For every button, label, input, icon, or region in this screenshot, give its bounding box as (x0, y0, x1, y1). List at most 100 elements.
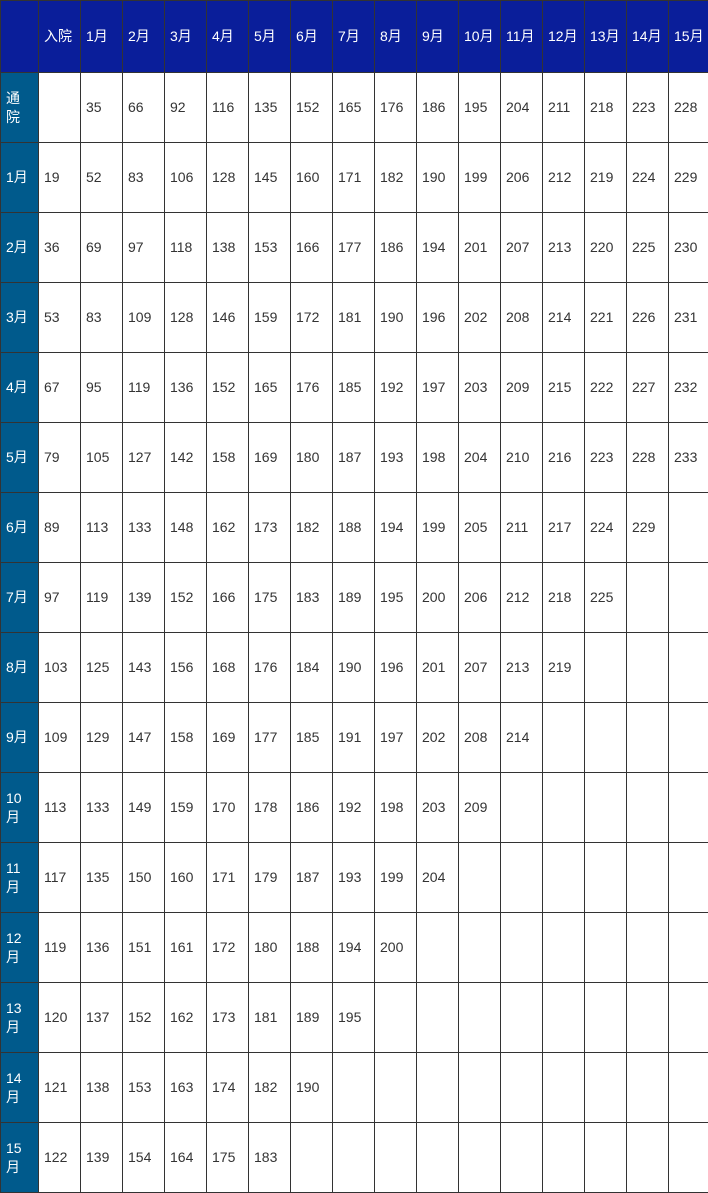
data-cell: 201 (417, 633, 459, 703)
row-header: 8月 (1, 633, 39, 703)
data-cell: 208 (459, 703, 501, 773)
data-cell (417, 913, 459, 983)
data-cell: 119 (123, 353, 165, 423)
data-cell: 147 (123, 703, 165, 773)
data-cell: 19 (39, 143, 81, 213)
data-cell: 162 (207, 493, 249, 563)
header-cell: 入院 (39, 1, 81, 73)
data-cell: 136 (81, 913, 123, 983)
data-cell: 198 (375, 773, 417, 843)
data-cell (543, 773, 585, 843)
data-cell: 152 (291, 73, 333, 143)
data-cell: 202 (459, 283, 501, 353)
data-cell (669, 843, 708, 913)
table-row: 9月109129147158169177185191197202208214 (1, 703, 708, 773)
data-cell: 105 (81, 423, 123, 493)
data-cell: 214 (543, 283, 585, 353)
data-cell: 180 (249, 913, 291, 983)
data-cell: 182 (291, 493, 333, 563)
data-cell: 150 (123, 843, 165, 913)
data-cell: 137 (81, 983, 123, 1053)
data-cell: 229 (627, 493, 669, 563)
data-cell: 151 (123, 913, 165, 983)
data-cell: 216 (543, 423, 585, 493)
data-cell (669, 1123, 708, 1193)
data-cell: 225 (585, 563, 627, 633)
header-cell: 14月 (627, 1, 669, 73)
data-cell (333, 1123, 375, 1193)
data-cell (459, 843, 501, 913)
data-cell: 138 (81, 1053, 123, 1123)
data-cell: 186 (291, 773, 333, 843)
data-cell: 149 (123, 773, 165, 843)
data-cell (585, 913, 627, 983)
row-header: 12月 (1, 913, 39, 983)
data-cell (543, 913, 585, 983)
data-cell (585, 1123, 627, 1193)
data-cell: 228 (669, 73, 708, 143)
data-cell (627, 1123, 669, 1193)
data-cell: 89 (39, 493, 81, 563)
data-cell: 203 (417, 773, 459, 843)
data-cell (669, 983, 708, 1053)
data-cell: 213 (501, 633, 543, 703)
table-row: 6月89113133148162173182188194199205211217… (1, 493, 708, 563)
data-cell: 233 (669, 423, 708, 493)
data-cell: 196 (417, 283, 459, 353)
data-cell: 207 (459, 633, 501, 703)
data-cell: 207 (501, 213, 543, 283)
data-cell: 206 (501, 143, 543, 213)
data-cell: 168 (207, 633, 249, 703)
data-cell (627, 563, 669, 633)
data-cell: 133 (123, 493, 165, 563)
data-cell: 231 (669, 283, 708, 353)
data-cell (627, 703, 669, 773)
header-cell: 7月 (333, 1, 375, 73)
data-cell: 200 (375, 913, 417, 983)
data-cell: 178 (249, 773, 291, 843)
data-cell: 205 (459, 493, 501, 563)
data-cell: 172 (207, 913, 249, 983)
data-cell: 220 (585, 213, 627, 283)
data-cell: 185 (291, 703, 333, 773)
data-cell: 224 (627, 143, 669, 213)
header-cell: 11月 (501, 1, 543, 73)
data-cell: 190 (375, 283, 417, 353)
row-header: 2月 (1, 213, 39, 283)
data-cell (669, 563, 708, 633)
row-header: 14月 (1, 1053, 39, 1123)
data-cell: 152 (207, 353, 249, 423)
data-cell (585, 1053, 627, 1123)
data-cell (627, 843, 669, 913)
data-cell: 169 (207, 703, 249, 773)
data-cell: 221 (585, 283, 627, 353)
data-cell: 128 (165, 283, 207, 353)
header-cell: 5月 (249, 1, 291, 73)
data-cell: 187 (291, 843, 333, 913)
data-cell: 152 (165, 563, 207, 633)
data-cell: 135 (249, 73, 291, 143)
header-cell: 4月 (207, 1, 249, 73)
data-cell: 177 (333, 213, 375, 283)
data-cell: 183 (291, 563, 333, 633)
data-cell (627, 913, 669, 983)
data-cell: 200 (417, 563, 459, 633)
data-cell: 186 (417, 73, 459, 143)
data-cell (543, 1053, 585, 1123)
data-cell: 209 (501, 353, 543, 423)
data-cell (459, 1123, 501, 1193)
data-cell: 218 (543, 563, 585, 633)
data-cell (375, 1053, 417, 1123)
data-cell: 190 (417, 143, 459, 213)
data-cell: 173 (207, 983, 249, 1053)
data-cell: 53 (39, 283, 81, 353)
data-cell: 199 (417, 493, 459, 563)
data-cell: 152 (123, 983, 165, 1053)
data-cell: 195 (333, 983, 375, 1053)
data-cell: 36 (39, 213, 81, 283)
data-cell: 188 (333, 493, 375, 563)
data-cell (585, 843, 627, 913)
data-cell: 117 (39, 843, 81, 913)
data-cell (669, 1053, 708, 1123)
data-cell: 119 (39, 913, 81, 983)
